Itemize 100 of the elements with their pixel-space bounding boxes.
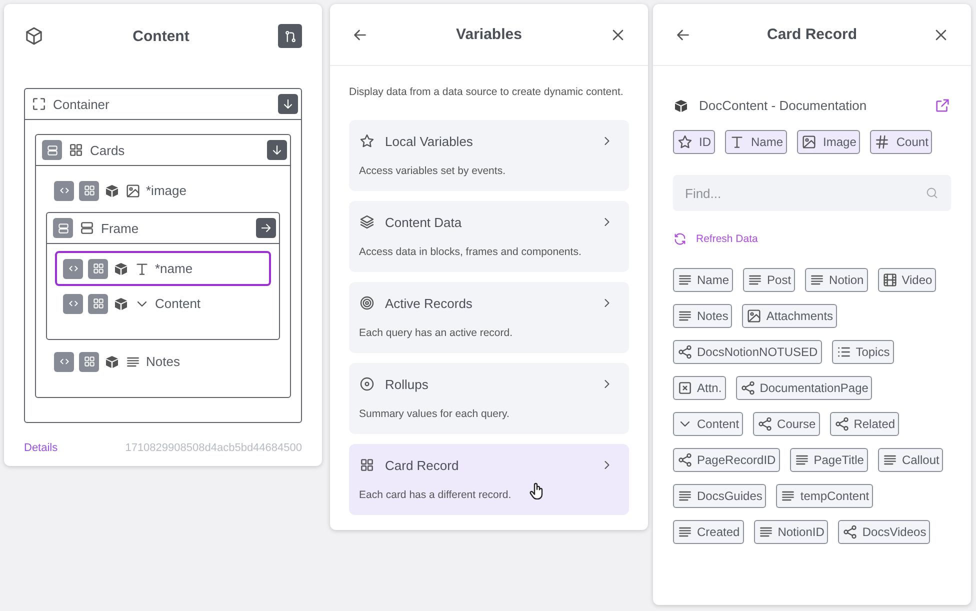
card-title: Rollups (385, 376, 430, 392)
card-title: Active Records (385, 296, 474, 310)
field-chip[interactable]: Notion (805, 268, 868, 292)
field-chip[interactable]: DocsNotionNOTUSED (673, 340, 822, 364)
card-title: Card Record (385, 458, 460, 472)
code-badge-icon (54, 180, 74, 200)
rows-badge-icon (42, 140, 62, 160)
card-title: Local Variables (385, 134, 474, 148)
star-icon (677, 134, 693, 150)
relation-icon (834, 416, 850, 432)
pinned-field-chip[interactable]: Name (725, 130, 788, 154)
search-icon (925, 186, 939, 200)
arrow-right-icon (259, 221, 273, 235)
field-chip[interactable]: Video (878, 268, 936, 292)
field-chip[interactable]: Attn. (673, 376, 726, 400)
layer-row[interactable]: *image (46, 173, 280, 208)
box-icon (673, 98, 689, 114)
grid-icon (359, 457, 375, 473)
panel-title: Card Record (766, 26, 858, 43)
rows-icon (79, 220, 95, 236)
field-chip[interactable]: DocumentationPage (736, 376, 872, 400)
field-chip[interactable]: DocsVideos (838, 520, 930, 544)
field-chip[interactable]: PageRecordID (673, 448, 780, 472)
variable-source-card[interactable]: Local Variables Access variables set by events. (349, 120, 629, 191)
code-badge-icon (63, 294, 83, 314)
branch-icon (282, 28, 298, 44)
grid-badge-icon (79, 180, 99, 200)
image-icon (125, 182, 141, 198)
arrow-down-icon (281, 97, 295, 111)
field-chip[interactable]: Topics (832, 340, 894, 364)
code-badge-icon (63, 258, 83, 278)
layer-label: Content (155, 296, 201, 311)
group-label: Frame (101, 220, 140, 236)
circle-dot-icon (359, 376, 375, 392)
refresh-data-link[interactable]: Refresh Data (673, 232, 951, 246)
panel-description: Display data from a data source to create dynamic content. (349, 86, 624, 98)
variable-source-card[interactable]: Active Records Each query has an active record. (349, 282, 629, 353)
branch-button[interactable] (278, 24, 302, 48)
box-icon (104, 182, 120, 198)
target-icon (359, 295, 375, 311)
layer-row[interactable]: Content (55, 286, 271, 321)
layer-row[interactable]: Notes (46, 344, 280, 379)
field-chip[interactable]: Content (673, 412, 744, 436)
card-description: Each query has an active record. (359, 327, 513, 339)
layer-label: Notes (146, 354, 180, 369)
relation-icon (757, 416, 774, 432)
rows-badge-icon (53, 218, 73, 238)
field-chip[interactable]: Notes (673, 304, 732, 328)
field-chip[interactable]: Post (743, 268, 796, 292)
relation-icon (842, 524, 858, 540)
search-field[interactable]: Find... (673, 175, 951, 211)
layer-row[interactable]: *name (55, 251, 271, 286)
card-description: Access variables set by events. (359, 165, 506, 177)
refresh-icon (673, 232, 687, 246)
image-icon (746, 308, 762, 324)
field-chip[interactable]: tempContent (776, 484, 874, 508)
variable-source-card[interactable]: Rollups Summary values for each query. (349, 363, 629, 434)
field-chip[interactable]: Created (673, 520, 744, 544)
panel-title: Variables (456, 26, 522, 43)
arrow-down-button[interactable] (267, 140, 287, 160)
grid-badge-icon (79, 352, 99, 372)
pinned-field-chip[interactable]: Image (797, 130, 860, 154)
details-link[interactable]: Details (24, 442, 58, 454)
field-chip[interactable]: Attachments (742, 304, 838, 328)
arrow-right-button[interactable] (256, 218, 276, 238)
card-description: Access data in blocks, frames and components. (359, 246, 582, 258)
layer-label: *image (146, 183, 186, 198)
image-icon (801, 134, 818, 150)
group-header[interactable]: Container (25, 89, 301, 120)
box-icon (113, 296, 129, 312)
field-chip[interactable]: Course (753, 412, 820, 436)
star-icon (359, 133, 375, 149)
variable-source-card[interactable]: Card Record Each card has a different record. (349, 444, 629, 515)
field-chip[interactable]: PageTitle (790, 448, 868, 472)
group-label: Cards (90, 142, 126, 158)
text-type-icon (729, 134, 745, 150)
film-icon (882, 272, 898, 288)
record-id: 1710829908508d4acb5bd44684500 (125, 442, 302, 454)
pinned-field-chip[interactable]: ID (673, 130, 715, 154)
variable-source-card[interactable]: Content Data Access data in blocks, frames and components. (349, 201, 629, 272)
code-badge-icon (54, 352, 74, 372)
group-header[interactable]: Frame (47, 213, 279, 244)
field-chip[interactable]: Callout (878, 448, 944, 472)
grid-badge-icon (88, 294, 108, 314)
arrow-down-button[interactable] (278, 94, 298, 114)
panel-title: Content (132, 28, 190, 44)
field-chip[interactable]: DocsGuides (673, 484, 766, 508)
field-chip[interactable]: NotionID (754, 520, 828, 544)
card-description: Summary values for each query. (359, 408, 510, 420)
layers-icon (359, 214, 375, 230)
field-chip[interactable]: Name (673, 268, 734, 292)
box-icon (113, 260, 129, 276)
layer-label: *name (155, 261, 193, 276)
external-link-button[interactable] (934, 97, 951, 114)
field-chip[interactable]: Related (830, 412, 900, 436)
grid-icon (68, 142, 84, 158)
group-header[interactable]: Cards (36, 135, 290, 166)
pinned-field-chip[interactable]: Count (870, 130, 932, 154)
arrow-down-icon (270, 143, 284, 157)
external-link-icon (934, 97, 951, 114)
